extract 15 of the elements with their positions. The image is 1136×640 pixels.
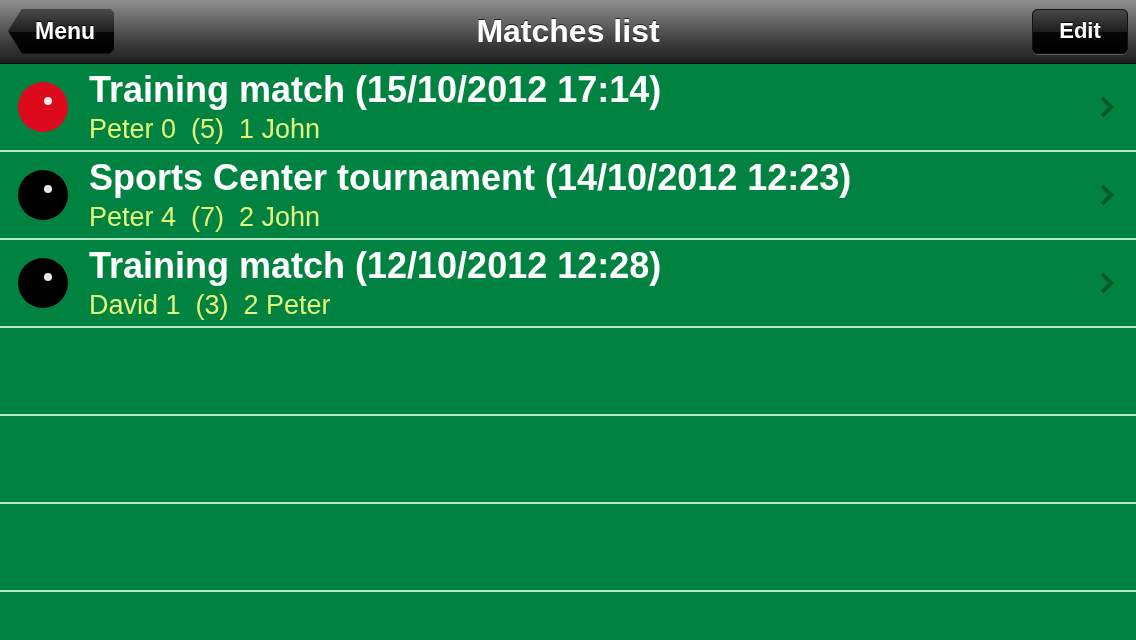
chevron-icon	[1100, 184, 1114, 206]
match-score: Peter 0 (5) 1 John	[89, 114, 321, 145]
match-score: David 1 (3) 2 Peter	[89, 290, 331, 321]
match-title: Sports Center tournament (14/10/2012 12:23)	[89, 158, 852, 198]
match-score: Peter 4 (7) 2 John	[89, 202, 321, 233]
chevron-icon	[1100, 272, 1114, 294]
screen-title: Matches list	[476, 13, 660, 50]
match-row[interactable]: Training match (12/10/2012 12:28) David 1 (3) 2 Peter	[0, 240, 1136, 328]
edit-button[interactable]: Edit	[1032, 8, 1128, 54]
match-row[interactable]: Training match (15/10/2012 17:14) Peter 0 (5) 1 John	[0, 64, 1136, 152]
match-title: Training match (12/10/2012 12:28)	[89, 246, 662, 286]
chevron-icon	[1100, 96, 1114, 118]
menu-button[interactable]: Menu	[8, 8, 114, 54]
match-title: Training match (15/10/2012 17:14)	[89, 70, 662, 110]
match-row[interactable]: Sports Center tournament (14/10/2012 12:23) Peter 4 (7) 2 John	[0, 152, 1136, 240]
